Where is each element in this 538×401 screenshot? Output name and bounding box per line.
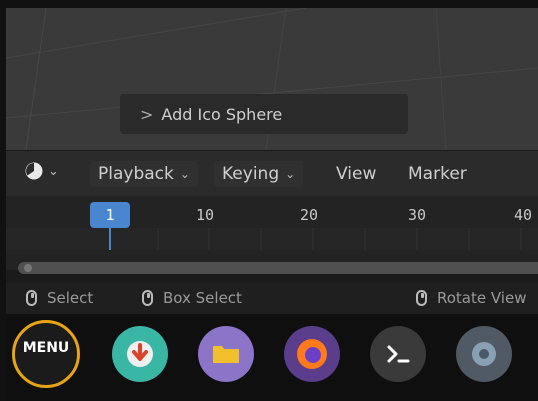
- editor-type-selector[interactable]: ⌄: [24, 161, 59, 181]
- menu-playback-label: Playback: [98, 164, 174, 184]
- files-button[interactable]: [198, 326, 254, 382]
- software-updater-button[interactable]: [112, 326, 168, 382]
- clock-icon: [25, 162, 43, 180]
- chevron-down-icon: ⌄: [179, 167, 190, 181]
- mouse-left-icon: [26, 290, 37, 306]
- status-bar: Select Box Select Rotate View: [6, 282, 538, 314]
- frame-label: 10: [196, 206, 215, 224]
- folder-icon: [213, 346, 239, 363]
- frame-ruler[interactable]: 10 20 30 40: [6, 204, 538, 228]
- chevron-down-icon: ⌄: [48, 163, 59, 179]
- playhead-line[interactable]: [109, 228, 111, 250]
- frame-label: 20: [300, 206, 319, 224]
- mouse-middle-icon: [416, 290, 427, 306]
- status-hint-label: Rotate View: [437, 289, 527, 307]
- terminal-icon: [387, 345, 410, 363]
- tick-grid: [6, 228, 538, 250]
- timeline-header: ⌄ Playback ⌄ Keying ⌄ View Marker: [6, 150, 538, 197]
- menu-button[interactable]: MENU: [12, 320, 80, 388]
- frame-label: 40: [514, 206, 533, 224]
- app-dock: MENU: [6, 314, 538, 401]
- status-hint-box-select: Box Select: [142, 289, 242, 307]
- operator-panel-add-ico-sphere[interactable]: > Add Ico Sphere: [120, 94, 408, 134]
- mouse-drag-icon: [142, 290, 153, 306]
- status-hint-rotate-view: Rotate View: [416, 289, 526, 307]
- menu-keying[interactable]: Keying ⌄: [214, 161, 304, 187]
- menu-view-label: View: [336, 164, 377, 184]
- scrollbar-handle[interactable]: [24, 264, 32, 272]
- frame-label: 30: [408, 206, 427, 224]
- update-download-icon: [127, 341, 153, 367]
- status-hint-label: Select: [47, 289, 94, 307]
- timeline-body[interactable]: > 10 20 30 40 1: [6, 196, 538, 274]
- current-frame-indicator[interactable]: 1: [90, 202, 130, 228]
- chevron-down-icon: ⌄: [285, 167, 296, 181]
- 3d-viewport[interactable]: > Add Ico Sphere: [6, 8, 538, 150]
- terminal-button[interactable]: [370, 326, 426, 382]
- menu-keying-label: Keying: [222, 164, 280, 184]
- firefox-button[interactable]: [284, 326, 340, 382]
- status-hint-label: Box Select: [163, 289, 242, 307]
- operator-panel-label: Add Ico Sphere: [161, 104, 283, 124]
- menu-view[interactable]: View: [336, 161, 376, 187]
- status-hint-select: Select: [26, 289, 93, 307]
- blender-window: > Add Ico Sphere ⌄ Playback ⌄ Keying ⌄ V…: [6, 8, 538, 401]
- menu-marker-label: Marker: [408, 164, 467, 184]
- menu-marker[interactable]: Marker: [408, 161, 467, 187]
- expand-chevron-icon[interactable]: >: [140, 105, 153, 124]
- settings-disc-icon: [472, 342, 496, 366]
- settings-button[interactable]: [456, 326, 512, 382]
- menu-playback[interactable]: Playback ⌄: [90, 161, 198, 187]
- firefox-icon: [297, 339, 327, 369]
- timeline-scrollbar[interactable]: [18, 262, 538, 274]
